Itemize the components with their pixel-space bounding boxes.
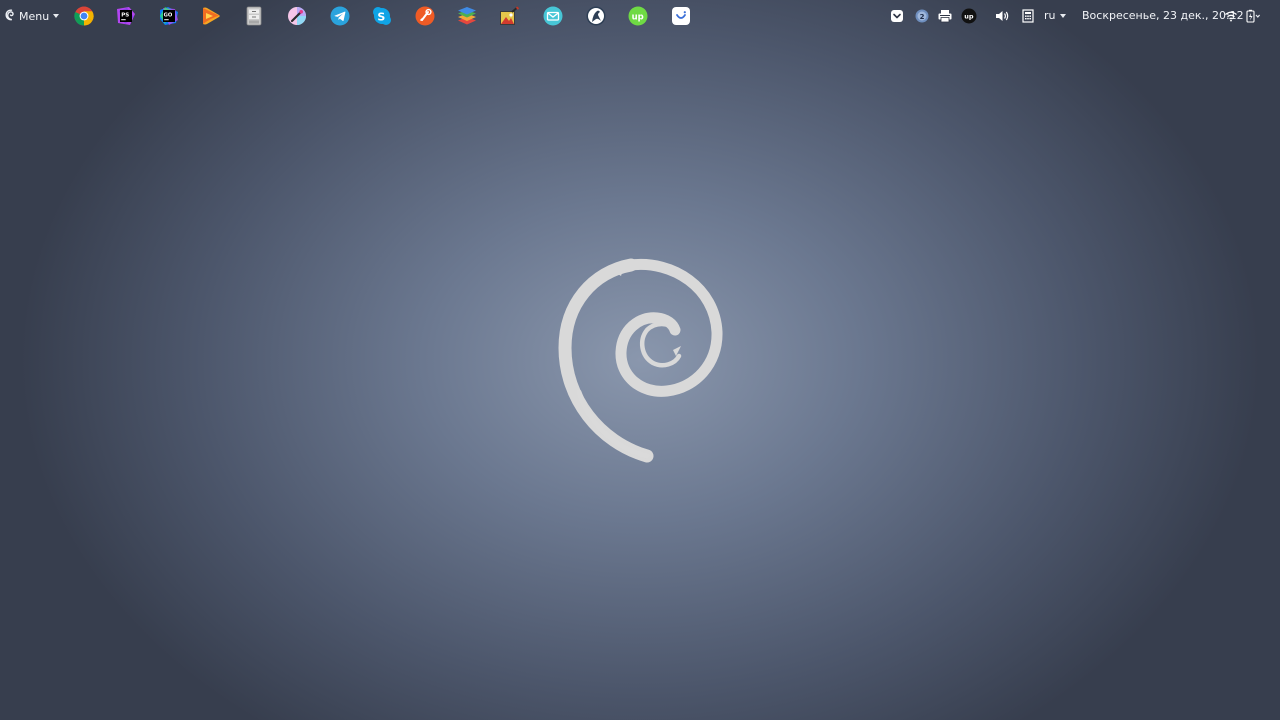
chrome-launcher[interactable] <box>74 6 94 26</box>
phpstorm-launcher[interactable]: PS <box>116 6 136 26</box>
pocket-icon <box>890 8 904 24</box>
keyboard-layout-tray-item[interactable] <box>1020 8 1036 24</box>
file-manager-icon <box>244 6 264 26</box>
printer-tray-item[interactable] <box>937 8 953 24</box>
top-panel: Menu PS GO S up 2 up ru Воскресенье, 23 … <box>0 0 1280 32</box>
notification-badge-icon: 2 <box>914 8 930 24</box>
upwork-icon: up <box>628 6 648 26</box>
svg-text:up: up <box>964 12 974 20</box>
applications-menu-button[interactable]: Menu <box>5 8 60 24</box>
goland-launcher[interactable]: GO <box>159 6 179 26</box>
wifi-icon <box>1224 8 1238 24</box>
telegram-icon <box>330 6 350 26</box>
language-switcher[interactable]: ru <box>1044 9 1066 22</box>
upwork-tray-icon: up <box>961 8 977 24</box>
svg-text:S: S <box>377 11 385 24</box>
chrome-icon <box>74 6 94 26</box>
image-editor-launcher[interactable] <box>499 6 519 26</box>
calculator-grid-icon <box>1020 8 1036 24</box>
menu-label: Menu <box>19 9 50 23</box>
hub-icon <box>586 6 606 26</box>
skype-icon: S <box>372 6 392 26</box>
volume-icon <box>994 8 1010 24</box>
postman-icon <box>415 6 435 26</box>
chevron-down-icon <box>1059 13 1066 18</box>
smile-app-icon <box>671 6 691 26</box>
volume-tray-item[interactable] <box>994 8 1010 24</box>
mail-icon <box>543 6 563 26</box>
debian-swirl-logo <box>555 258 725 463</box>
battery-charging-icon <box>1244 8 1262 24</box>
player-icon <box>201 6 221 26</box>
svg-text:2: 2 <box>920 13 925 21</box>
language-label: ru <box>1044 9 1056 22</box>
file-manager-launcher[interactable] <box>244 6 264 26</box>
postman-launcher[interactable] <box>415 6 435 26</box>
phpstorm-icon: PS <box>116 6 136 26</box>
svg-text:up: up <box>632 12 644 22</box>
layers-app-icon <box>457 6 477 26</box>
smile-app-launcher[interactable] <box>671 6 691 26</box>
upwork-launcher[interactable]: up <box>628 6 648 26</box>
upwork-tray-item[interactable]: up <box>961 8 977 24</box>
goland-icon: GO <box>159 6 179 26</box>
media-player-launcher[interactable] <box>201 6 221 26</box>
telegram-launcher[interactable] <box>330 6 350 26</box>
pocket-tray-item[interactable] <box>890 8 904 24</box>
desktop-background: Menu PS GO S up 2 up ru Воскресенье, 23 … <box>0 0 1280 720</box>
chevron-down-icon <box>53 14 60 18</box>
notification-badge-tray-item[interactable]: 2 <box>914 8 930 24</box>
network-tray-item[interactable] <box>1224 8 1238 24</box>
color-picker-launcher[interactable] <box>287 6 307 26</box>
mail-launcher[interactable] <box>543 6 563 26</box>
hub-launcher[interactable] <box>586 6 606 26</box>
power-tray-item[interactable] <box>1244 8 1262 24</box>
printer-icon <box>937 8 953 24</box>
layers-app-launcher[interactable] <box>457 6 477 26</box>
clock[interactable]: Воскресенье, 23 дек., 20:12 <box>1082 9 1244 22</box>
skype-launcher[interactable]: S <box>372 6 392 26</box>
color-picker-icon <box>287 6 307 26</box>
debian-menu-icon <box>5 8 15 24</box>
image-editor-icon <box>499 6 519 26</box>
svg-text:PS: PS <box>121 13 129 19</box>
svg-text:GO: GO <box>164 13 173 19</box>
